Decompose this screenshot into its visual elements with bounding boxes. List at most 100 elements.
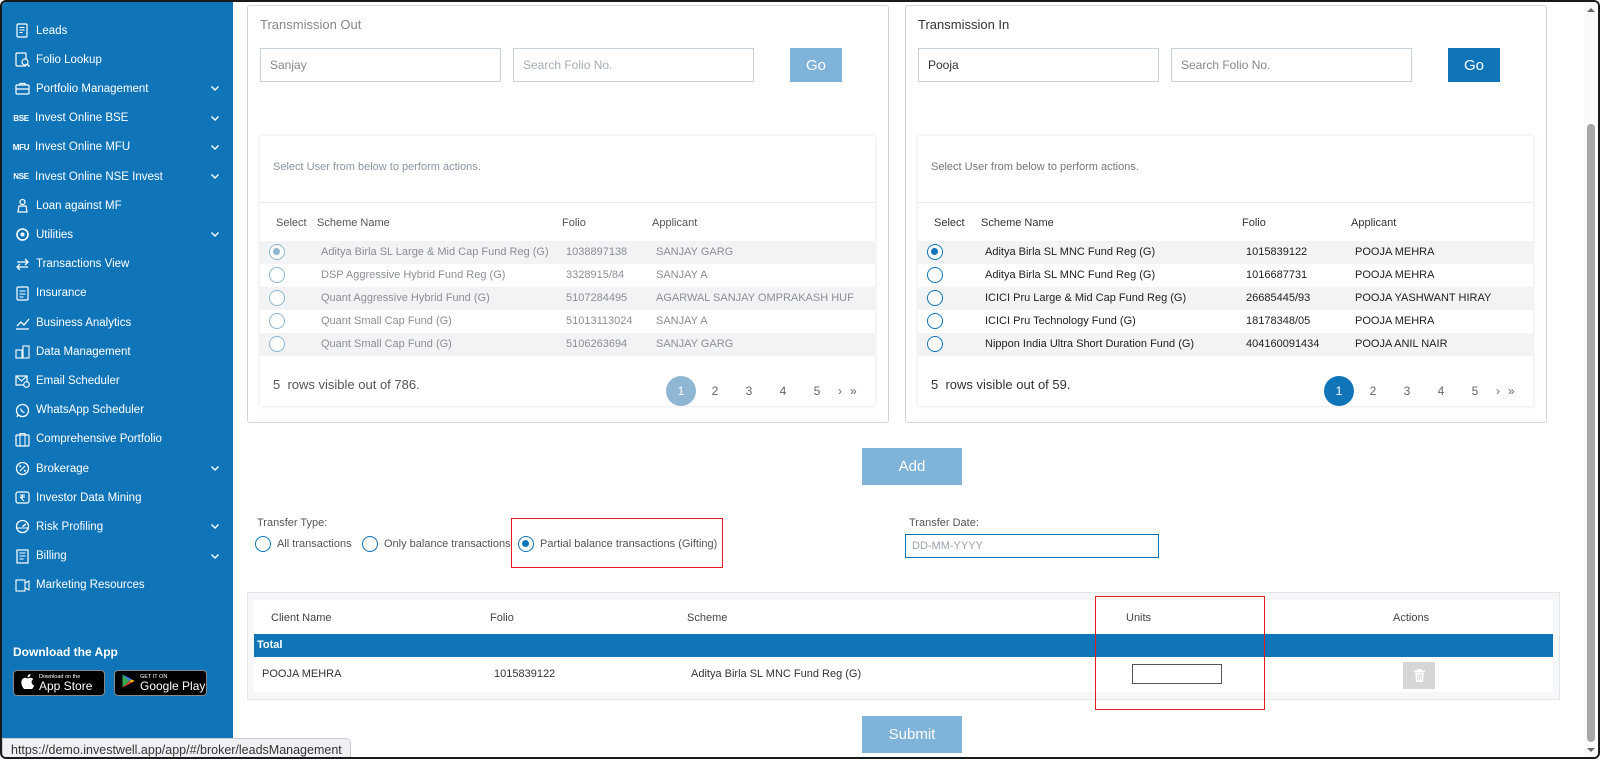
sidebar-item-leads[interactable]: Leads — [2, 16, 233, 45]
row-select-radio[interactable] — [927, 313, 943, 329]
sidebar-item-investor-data-mining[interactable]: Investor Data Mining — [2, 483, 233, 512]
table-row[interactable]: Nippon India Ultra Short Duration Fund (… — [918, 333, 1533, 356]
transmission-in-name-input[interactable]: Pooja — [918, 48, 1159, 82]
transmission-out-name-input[interactable]: Sanjay — [260, 48, 501, 82]
risk-icon — [11, 519, 33, 534]
row-select-radio[interactable] — [269, 313, 285, 329]
table-row[interactable]: Aditya Birla SL MNC Fund Reg (G) 10158391… — [918, 241, 1533, 264]
scrollbar-thumb[interactable] — [1587, 124, 1595, 742]
option-only-balance-label: Only balance transactions — [384, 538, 511, 550]
next-page-icon[interactable]: › — [838, 384, 842, 398]
cell-applicant: POOJA YASHWANT HIRAY — [1355, 292, 1492, 304]
transfer-date-label: Transfer Date: — [909, 517, 979, 529]
cell-applicant: POOJA MEHRA — [1355, 315, 1435, 327]
sidebar-item-email-scheduler[interactable]: Email Scheduler — [2, 366, 233, 395]
chevron-down-icon[interactable] — [210, 229, 220, 239]
row-select-radio[interactable] — [927, 244, 943, 260]
page-5-button[interactable]: 5 — [802, 376, 832, 406]
cell-folio: 18178348/05 — [1246, 315, 1311, 327]
page-3-button[interactable]: 3 — [1392, 376, 1422, 406]
sidebar-item-loan-against-mf[interactable]: Loan against MF — [2, 191, 233, 220]
radio-only-balance[interactable] — [362, 536, 378, 552]
sidebar-item-risk-profiling[interactable]: Risk Profiling — [2, 512, 233, 541]
radio-all-transactions[interactable] — [255, 536, 271, 552]
chevron-down-icon[interactable] — [210, 551, 220, 561]
sidebar-item-marketing-resources[interactable]: Marketing Resources — [2, 571, 233, 600]
scroll-up-arrow-icon[interactable] — [1586, 6, 1596, 14]
portfolio-icon — [11, 432, 33, 447]
sidebar-item-label: Investor Data Mining — [36, 491, 142, 504]
sidebar-item-billing[interactable]: Billing — [2, 542, 233, 571]
page-1-button[interactable]: 1 — [1324, 376, 1354, 406]
row-select-radio[interactable] — [269, 290, 285, 306]
table-row[interactable]: ICICI Pru Large & Mid Cap Fund Reg (G) 26… — [918, 287, 1533, 310]
table-row[interactable]: DSP Aggressive Hybrid Fund Reg (G) 332891… — [260, 264, 875, 287]
chevron-down-icon[interactable] — [210, 142, 220, 152]
sidebar-item-folio-lookup[interactable]: Folio Lookup — [2, 45, 233, 74]
submit-button[interactable]: Submit — [862, 716, 962, 753]
table-row[interactable]: Quant Aggressive Hybrid Fund (G) 51072844… — [260, 287, 875, 310]
chevron-down-icon[interactable] — [210, 113, 220, 123]
next-page-icon[interactable]: › — [1496, 384, 1500, 398]
app-store-button[interactable]: Download on the App Store — [13, 670, 105, 696]
chevron-down-icon[interactable] — [210, 83, 220, 93]
rupee-icon — [11, 490, 33, 505]
cell-folio: 1016687731 — [1246, 269, 1308, 281]
page-4-button[interactable]: 4 — [768, 376, 798, 406]
chevron-down-icon[interactable] — [210, 521, 220, 531]
table-row[interactable]: Aditya Birla SL Large & Mid Cap Fund Reg… — [260, 241, 875, 264]
page-4-button[interactable]: 4 — [1426, 376, 1456, 406]
sidebar-item-comprehensive-portfolio[interactable]: Comprehensive Portfolio — [2, 425, 233, 454]
sidebar-item-invest-online-mfu[interactable]: MFU Invest Online MFU — [2, 133, 233, 162]
page-1-button[interactable]: 1 — [666, 376, 696, 406]
email-icon — [11, 373, 33, 389]
sidebar-item-data-management[interactable]: Data Management — [2, 337, 233, 366]
partial-balance-highlight — [511, 518, 723, 568]
scroll-down-arrow-icon[interactable] — [1586, 746, 1596, 754]
cell-scheme: Aditya Birla SL MNC Fund Reg (G) — [985, 269, 1156, 281]
delete-row-button[interactable] — [1403, 662, 1435, 689]
sidebar-item-invest-online-bse[interactable]: BSE Invest Online BSE — [2, 104, 233, 133]
sidebar-item-insurance[interactable]: Insurance — [2, 279, 233, 308]
add-button[interactable]: Add — [862, 448, 962, 485]
sidebar-item-transactions-view[interactable]: Transactions View — [2, 250, 233, 279]
cell-scheme: DSP Aggressive Hybrid Fund Reg (G) — [321, 269, 506, 281]
transmission-in-go-button[interactable]: Go — [1448, 48, 1500, 82]
table-row[interactable]: ICICI Pru Technology Fund (G) 18178348/05… — [918, 310, 1533, 333]
sidebar-item-label: Invest Online MFU — [35, 141, 131, 154]
sidebar-item-invest-online-nse-invest[interactable]: NSE Invest Online NSE Invest — [2, 162, 233, 191]
page-3-button[interactable]: 3 — [734, 376, 764, 406]
play-store-icon — [122, 674, 135, 693]
sidebar-item-brokerage[interactable]: Brokerage — [2, 454, 233, 483]
sidebar-item-utilities[interactable]: Utilities — [2, 220, 233, 249]
briefcase-icon — [11, 81, 33, 96]
sidebar-item-portfolio-management[interactable]: Portfolio Management — [2, 74, 233, 103]
google-play-button[interactable]: GET IT ON Google Play — [114, 670, 207, 696]
table-row[interactable]: Quant Small Cap Fund (G) 51013113024 SANJA… — [260, 310, 875, 333]
page-2-button[interactable]: 2 — [700, 376, 730, 406]
option-only-balance[interactable]: Only balance transactions — [362, 536, 511, 552]
transfer-date-input[interactable]: DD-MM-YYYY — [905, 534, 1159, 558]
transmission-in-folio-search[interactable]: Search Folio No. — [1171, 48, 1412, 82]
table-row[interactable]: Quant Small Cap Fund (G) 5106263694 SANJAY… — [260, 333, 875, 356]
row-select-radio[interactable] — [927, 336, 943, 352]
chevron-down-icon[interactable] — [210, 463, 220, 473]
row-select-radio[interactable] — [269, 336, 285, 352]
page-5-button[interactable]: 5 — [1460, 376, 1490, 406]
sidebar-item-whatsapp-scheduler[interactable]: WhatsApp Scheduler — [2, 396, 233, 425]
last-page-icon[interactable]: » — [850, 384, 857, 398]
cell-scheme: Aditya Birla SL Large & Mid Cap Fund Reg… — [321, 246, 549, 258]
sidebar-item-business-analytics[interactable]: Business Analytics — [2, 308, 233, 337]
row-select-radio[interactable] — [269, 244, 285, 260]
chevron-down-icon[interactable] — [210, 171, 220, 181]
row-select-radio[interactable] — [927, 290, 943, 306]
option-all-transactions[interactable]: All transactions — [255, 536, 352, 552]
row-select-radio[interactable] — [269, 267, 285, 283]
table-row[interactable]: Aditya Birla SL MNC Fund Reg (G) 10166877… — [918, 264, 1533, 287]
last-page-icon[interactable]: » — [1508, 384, 1515, 398]
transmission-out-go-button[interactable]: Go — [790, 48, 842, 82]
transmission-out-folio-search[interactable]: Search Folio No. — [513, 48, 754, 82]
page-2-button[interactable]: 2 — [1358, 376, 1388, 406]
cell-scheme: Quant Small Cap Fund (G) — [321, 338, 452, 350]
row-select-radio[interactable] — [927, 267, 943, 283]
